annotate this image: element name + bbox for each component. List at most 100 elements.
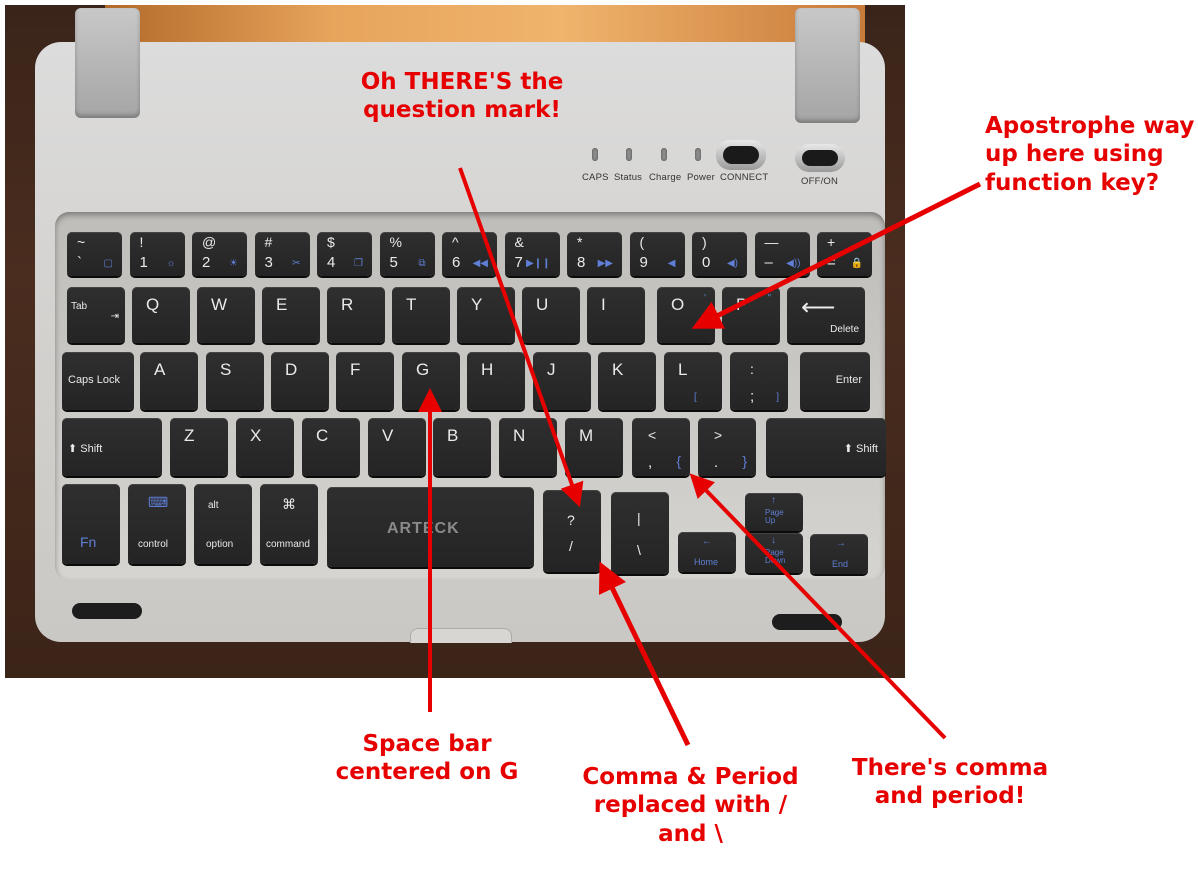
key-legend: 8 [577,254,586,271]
home-square-icon: ▢ [103,258,113,269]
key-i[interactable]: I [587,287,645,343]
key-a[interactable]: A [140,352,198,410]
key-legend: Z [184,426,195,445]
power-led-label: Power [687,172,715,183]
key-h[interactable]: H [467,352,525,410]
caps-led-label: CAPS [582,172,609,183]
key-C[interactable]: C [302,418,360,476]
key-legend: W [211,295,228,314]
key-u[interactable]: U [522,287,580,343]
key-left-shift[interactable]: ⬆ Shift [62,418,162,476]
key-X[interactable]: X [236,418,294,476]
key-4[interactable]: $4 ❐ [317,232,372,276]
key-y[interactable]: Y [457,287,515,343]
key-r[interactable]: R [327,287,385,343]
key-enter[interactable]: Enter [800,352,870,410]
mute-icon: ◀ [667,258,676,269]
key-q[interactable]: Q [132,287,190,343]
tab-arrow-icon: ⇥ [110,311,119,322]
key-`[interactable]: ~ ` ▢ [67,232,122,276]
home-key[interactable]: ← Home [678,532,736,572]
key-e[interactable]: E [262,287,320,343]
page-down-key[interactable]: ↓ Page Down [745,533,803,573]
key-j[interactable]: J [533,352,591,410]
key-2[interactable]: @2 ☀ [192,232,247,276]
connect-button[interactable] [716,140,766,170]
key-legend: ⬆ Shift [843,443,878,455]
key-–[interactable]: — – ◀)) [754,232,810,276]
key-g[interactable]: G [402,352,460,410]
key-legend: 2 [202,254,211,271]
paste-icon: ⧉ [418,258,426,269]
key-Z[interactable]: Z [170,418,228,476]
slash-key[interactable]: ? / [543,490,601,572]
option-key[interactable]: alt option [194,484,252,564]
arrow-left-icon: ← [702,536,712,547]
key-shift-legend: % [389,234,402,250]
annotation-slash-keys: Comma & Period replaced with / and \ [582,764,799,847]
command-key[interactable]: ⌘ command [260,484,318,564]
connect-label: CONNECT [720,172,769,183]
caps-led [592,148,598,161]
space-bar[interactable]: ARTECK [327,487,534,567]
key-delete[interactable]: ⟵ Delete [787,287,865,343]
key-legend: C [316,426,329,445]
key-0[interactable]: ) 0 ◀) [692,232,747,276]
key-8[interactable]: * 8 ▶▶ [567,232,622,276]
key-caps-lock[interactable]: Caps Lock [62,352,134,410]
key-=[interactable]: + = 🔒 [817,232,872,276]
backspace-arrow-icon: ⟵ [801,294,836,321]
arrow-right-icon: → [836,538,846,549]
key-6[interactable]: ^ 6 ◀◀ [442,232,497,276]
key-3[interactable]: #3 ✂ [254,232,310,276]
power-switch[interactable] [795,144,845,172]
key-w[interactable]: W [197,287,255,343]
key-legend: control [138,539,169,550]
key-1[interactable]: ! 1 ☼ [129,232,185,276]
key-o[interactable]: O ' [657,287,715,343]
key-legend: M [579,426,594,445]
key-legend: 3 [264,254,273,271]
key-legend: . [714,454,719,471]
key-:[interactable]: :;] [730,352,788,410]
fast-forward-icon: ▶▶ [597,258,613,269]
key-tab[interactable]: Tab ⇥ [67,287,125,343]
key-p[interactable]: P " [722,287,780,343]
key-legend: Home [694,557,719,567]
backslash-key[interactable]: | \ [611,492,669,574]
key-7[interactable]: & 7 ▶❙❙ [504,232,560,276]
left-speaker-grille [72,603,142,619]
key-M[interactable]: M [565,418,623,476]
key-V[interactable]: V [368,418,426,476]
key-B[interactable]: B [433,418,491,476]
key-9[interactable]: (9 ◀ [629,232,685,276]
key-N[interactable]: N [499,418,557,476]
key-5[interactable]: % 5 ⧉ [379,232,435,276]
key-f[interactable]: F [336,352,394,410]
key-legend: H [481,360,494,379]
key-l[interactable]: L[ [664,352,722,410]
key-legend: – [764,254,773,271]
key-legend: A [154,360,166,379]
command-icon: ⌘ [282,496,296,512]
key-legend: 4 [327,254,336,271]
key-legend: \ [637,542,641,558]
key-legend: Y [471,295,483,314]
key-s[interactable]: S [206,352,264,410]
key-t[interactable]: T [392,287,450,343]
key-shift-legend: ! [139,234,144,250]
key->[interactable]: >.} [698,418,756,476]
end-key[interactable]: → End [810,534,868,574]
key-k[interactable]: K [598,352,656,410]
key-legend: U [536,295,549,314]
key-right-shift[interactable]: ⬆ Shift [766,418,886,476]
key-legend: F [350,360,361,379]
control-key[interactable]: ⌨ control [128,484,186,564]
key-d[interactable]: D [271,352,329,410]
page-up-key[interactable]: ↑ Page Up [745,493,803,531]
power-switch-label: OFF/ON [801,176,839,187]
annotation-question-mark: Oh THERE'S the question mark! [360,69,564,124]
fn-key[interactable]: Fn [62,484,120,564]
key-<[interactable]: <, { [632,418,690,476]
key-shift-legend: & [514,234,524,250]
